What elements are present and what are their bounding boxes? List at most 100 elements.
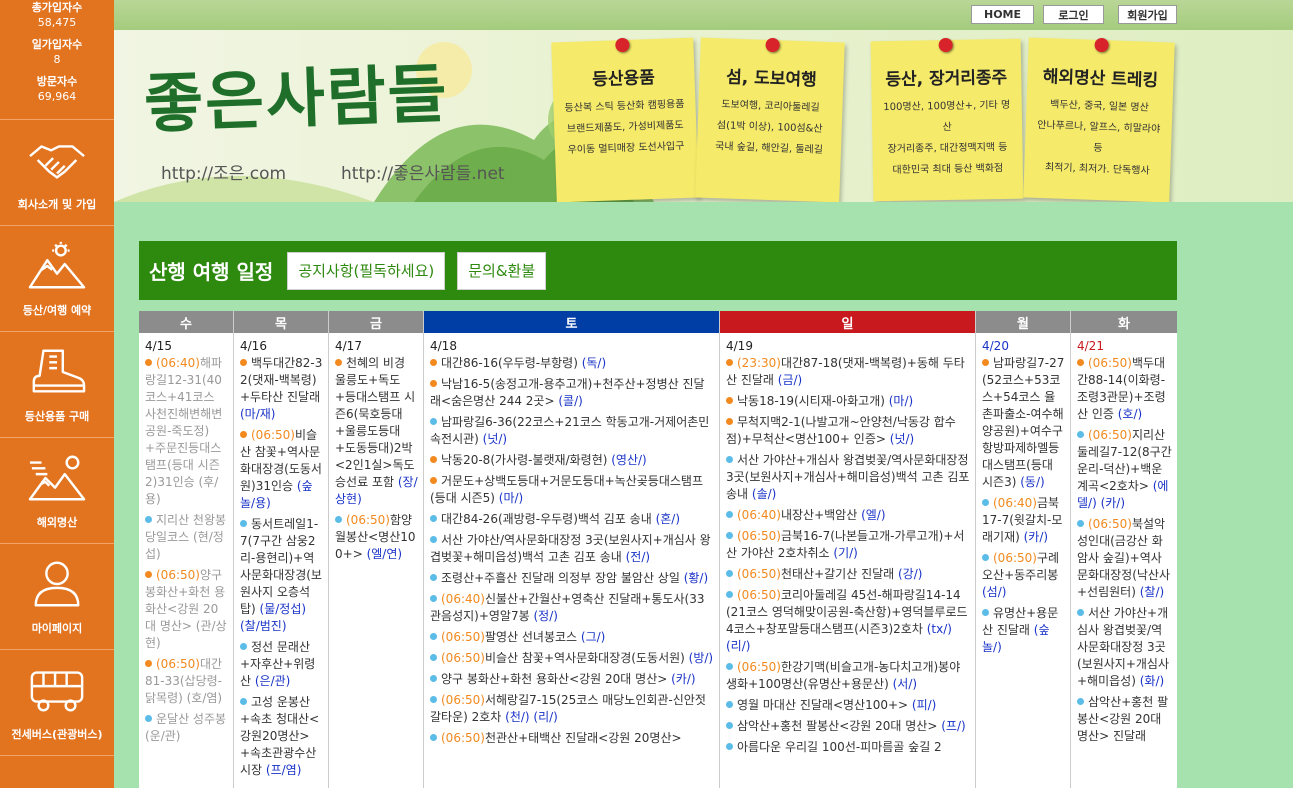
event-item[interactable]: 서산 가야산+개심사 왕겹벚꽃/역사문화대장정 3곳(보원사지+개심사+해미읍성… — [1077, 605, 1172, 690]
mountain-range-icon — [28, 455, 86, 500]
event-item[interactable]: (06:50)대간81-33(삽당령-닭목령) (호/염) — [145, 656, 228, 707]
event-item[interactable]: (06:50)비슬산 참꽃+역사문화대장경(도동서원)31인승 (숲놀/용) — [240, 427, 323, 512]
site-url: http://좋은사람들.net — [341, 164, 505, 184]
bullet-icon — [726, 701, 733, 708]
event-item[interactable]: 거문도+상백도등대+거문도등대+녹산곶등대스탬프(등대 시즌5) (마/) — [430, 473, 714, 507]
event-item[interactable]: (06:50)함양 월봉산<명산100+> (엘/연) — [335, 512, 418, 563]
home-button[interactable]: HOME — [971, 5, 1034, 24]
event-item[interactable]: (06:50)금북16-7(나본들고개-가루고개)+서산 가야산 2호차취소 (… — [726, 528, 970, 562]
event-leader: (마/) — [888, 394, 914, 408]
event-time: (06:50) — [156, 657, 200, 671]
event-item[interactable]: (06:50)천관산+태백산 진달래<강원 20명산> — [430, 730, 714, 747]
event-leader: (카/) — [1023, 530, 1049, 544]
event-item[interactable]: 낙동18-19(시티재-아화고개) (마/) — [726, 393, 970, 410]
nav-item-gear-shop[interactable]: 등산용품 구매 — [0, 332, 114, 438]
event-title: 삼악산+홍천 팔봉산<강원 20대 명산> 진달래 — [1077, 695, 1169, 743]
banner-note-overseas[interactable]: 해외명산 트레킹 백두산, 중국, 일본 명산 안나푸르나, 알프스, 히말라야… — [1023, 37, 1175, 202]
event-leader: (전/) — [625, 550, 651, 564]
event-item[interactable]: 낙남16-5(송정고개-용추고개)+천주산+정병산 진달래<숨은명산 244 2… — [430, 376, 714, 410]
event-leader: (솔/) — [751, 487, 777, 501]
site-url: http://조은.com — [161, 164, 287, 184]
event-leader: (엘/) — [861, 508, 886, 522]
event-item[interactable]: (23:30)대간87-18(댓재-백복령)+동해 두타산 진달래 (금/) — [726, 355, 970, 389]
event-leader: (콜/) — [558, 394, 583, 408]
event-title: 삼악산+홍천 팔봉산<강원 20대 명산> — [737, 719, 942, 733]
banner-note-island[interactable]: 섬, 도보여행 도보여행, 코리아둘레길 섬(1박 이상), 100섬&산 국내… — [695, 37, 845, 202]
bullet-icon — [726, 722, 733, 729]
notice-button[interactable]: 공지사항(필독하세요) — [287, 251, 446, 290]
nav-item-company[interactable]: 회사소개 및 가입 — [0, 120, 114, 226]
event-leader: (프/) — [941, 719, 966, 733]
bullet-icon — [726, 418, 733, 425]
event-item[interactable]: (06:40)내장산+백암산 (엘/) — [726, 507, 970, 524]
event-item[interactable]: (06:50)한강기맥(비슬고개-농다치고개)봉야생화+100명산(유명산+용문… — [726, 659, 970, 693]
event-item[interactable]: 고성 운봉산+속초 청대산<강원20명산>+속초관광수산시장 (프/염) — [240, 694, 323, 779]
event-title: 대간84-26(괘방령-우두령)백석 김포 송내 — [441, 512, 656, 526]
event-item[interactable]: (06:40)금북17-7(윗갈치-모래기재) (카/) — [982, 495, 1065, 546]
event-title: 조령산+주흘산 진달래 의정부 장암 불암산 상일 — [441, 571, 684, 585]
note-title: 섬, 도보여행 — [725, 67, 818, 91]
event-item[interactable]: 대간84-26(괘방령-우두령)백석 김포 송내 (혼/) — [430, 511, 714, 528]
event-item[interactable]: (06:50)서해랑길7-15(25코스 매당노인회관-신안젓갈타운) 2호차 … — [430, 692, 714, 726]
day-column: 월 4/20 남파랑길7-27(52코스+53코스+54코스 율촌파출소-여수해양공… — [976, 311, 1071, 788]
event-item[interactable]: 운달산 성주봉 (운/관) — [145, 711, 228, 745]
event-item[interactable]: 영월 마대산 진달래<명산100+> (피/) — [726, 697, 970, 714]
event-item[interactable]: 동서트레일1-7(7구간 삼웅2리-용현리)+역사문화대장경(보원사지 오층석탑… — [240, 516, 323, 635]
day-events: 4/18 대간86-16(우두령-부항령) (독/) 낙남16-5(송정고개-용추고… — [424, 333, 719, 747]
note-title: 해외명산 트레킹 — [1042, 67, 1159, 92]
nav-item-bus[interactable]: 전세버스(관광버스) — [0, 650, 114, 756]
event-item[interactable]: (06:50)코리아둘레길 45선-해파랑길14-14(21코스 영덕해맞이공원… — [726, 587, 970, 655]
event-item[interactable]: (06:50)북설악 성인대(금강산 화암사 숲길)+역사문화대장정(낙산사+선… — [1077, 516, 1172, 601]
event-item[interactable]: 아름다운 우리길 100선-피마름골 숲길 2 — [726, 739, 970, 756]
banner-note-gear[interactable]: 등산용품 등산복 스틱 등산화 캠핑용품 브랜드제품도, 가성비제품도 우이동 … — [551, 37, 699, 202]
nav-item-reservation[interactable]: 등산/여행 예약 — [0, 226, 114, 332]
event-item[interactable]: (06:50)비슬산 참꽃+역사문화대장경(도동서원) (방/) — [430, 650, 714, 667]
event-item[interactable]: 정선 문래산+자후산+위령산 (은/관) — [240, 639, 323, 690]
event-item[interactable]: (06:50)지리산둘레길7-12(8구간 운리-덕산)+백운계곡<2호차> (… — [1077, 427, 1172, 512]
event-item[interactable]: (06:50)양구 봉화산+화천 용화산<강원 20대 명산> (관/상현) — [145, 567, 228, 652]
event-item[interactable]: 대간86-16(우두령-부항령) (독/) — [430, 355, 714, 372]
event-title: 낙동18-19(시티재-아화고개) — [737, 394, 889, 408]
bullet-icon — [982, 609, 989, 616]
banner-note-hiking[interactable]: 등산, 장거리종주 100명산, 100명산+, 기타 명산 장거리종주, 대간… — [870, 37, 1024, 202]
nav-item-mypage[interactable]: 마이페이지 — [0, 544, 114, 650]
event-item[interactable]: 양구 봉화산+화천 용화산<강원 20대 명산> (카/) — [430, 671, 714, 688]
note-line: 국내 숲길, 해안길, 둘레길 — [714, 141, 824, 156]
event-item[interactable]: (06:50)구례 오산+동주리봉 (섬/) — [982, 550, 1065, 601]
day-column: 수 4/15 (06:40)해파랑길12-31(40코스+41코스 사천진해변해변공… — [139, 311, 234, 788]
event-item[interactable]: 서산 가야산+개심사 왕겹벚꽃/역사문화대장정 3곳(보원사지+개심사+해미읍성… — [726, 452, 970, 503]
event-title: 양구 봉화산+화천 용화산<강원 20대 명산> — [441, 672, 672, 686]
event-item[interactable]: 낙동20-8(가사령-불랫재/화령현) (영산/) — [430, 452, 714, 469]
note-line: 최적기, 최저가. 단독행사 — [1044, 162, 1150, 177]
site-logo[interactable]: 좋은사람들 — [142, 43, 450, 146]
event-item[interactable]: 남파랑길6-36(22코스+21코스 학동고개-거제어촌민속전시관) (넛/) — [430, 414, 714, 448]
event-item[interactable]: (06:50)팔영산 선녀봉코스 (그/) — [430, 629, 714, 646]
day-header: 목 — [234, 311, 328, 333]
hiking-boot-icon — [32, 349, 86, 393]
event-item[interactable]: 백두대간82-32(댓재-백복령)+두타산 진달래 (마/재) — [240, 355, 323, 423]
event-title: 천혜의 비경 울릉도+독도+등대스탬프 시즌6(묵호등대+울릉도등대+도동등대)… — [335, 356, 416, 489]
inquiry-button[interactable]: 문의&환불 — [457, 251, 547, 290]
event-item[interactable]: 조령산+주흘산 진달래 의정부 장암 불암산 상일 (황/) — [430, 570, 714, 587]
join-button[interactable]: 회원가입 — [1118, 5, 1177, 24]
event-item[interactable]: (06:50)천태산+갈기산 진달래 (강/) — [726, 566, 970, 583]
event-item[interactable]: 삼악산+홍천 팔봉산<강원 20대 명산> 진달래 — [1077, 694, 1172, 745]
event-item[interactable]: 유명산+용문산 진달래 (숲놀/) — [982, 605, 1065, 656]
nav-item-overseas[interactable]: 해외명산 — [0, 438, 114, 544]
bullet-icon — [145, 359, 152, 366]
event-item[interactable]: 천혜의 비경 울릉도+독도+등대스탬프 시즌6(묵호등대+울릉도등대+도동등대)… — [335, 355, 418, 508]
event-item[interactable]: 지리산 천왕봉 당일코스 (현/정섭) — [145, 512, 228, 563]
event-title: 남파랑길6-36(22코스+21코스 학동고개-거제어촌민속전시관) — [430, 415, 710, 446]
event-item[interactable]: 남파랑길7-27(52코스+53코스+54코스 율촌파출소-여수해양공원)+여수… — [982, 355, 1065, 491]
login-button[interactable]: 로그인 — [1043, 5, 1104, 24]
day-header: 금 — [329, 311, 423, 333]
event-leader: (정/) — [533, 609, 558, 623]
event-item[interactable]: (06:40)신불산+간월산+영축산 진달래+통도사(33관음성지)+영알7봉 … — [430, 591, 714, 625]
bullet-icon — [240, 520, 247, 527]
event-leader: (찰/) — [1139, 585, 1165, 599]
event-item[interactable]: (06:50)백두대간88-14(이화령-조령3관문)+조령산 인증 (호/) — [1077, 355, 1172, 423]
event-item[interactable]: 무척지맥2-1(나발고개~안양천/낙동강 합수점)+무척산<명산100+ 인증>… — [726, 414, 970, 448]
event-item[interactable]: (06:40)해파랑길12-31(40코스+41코스 사천진해변해변공원-죽도정… — [145, 355, 228, 508]
event-item[interactable]: 삼악산+홍천 팔봉산<강원 20대 명산> (프/) — [726, 718, 970, 735]
event-item[interactable]: 서산 가야산/역사문화대장정 3곳(보원사지+개심사 왕겹벚꽃+해미읍성)백석 … — [430, 532, 714, 566]
